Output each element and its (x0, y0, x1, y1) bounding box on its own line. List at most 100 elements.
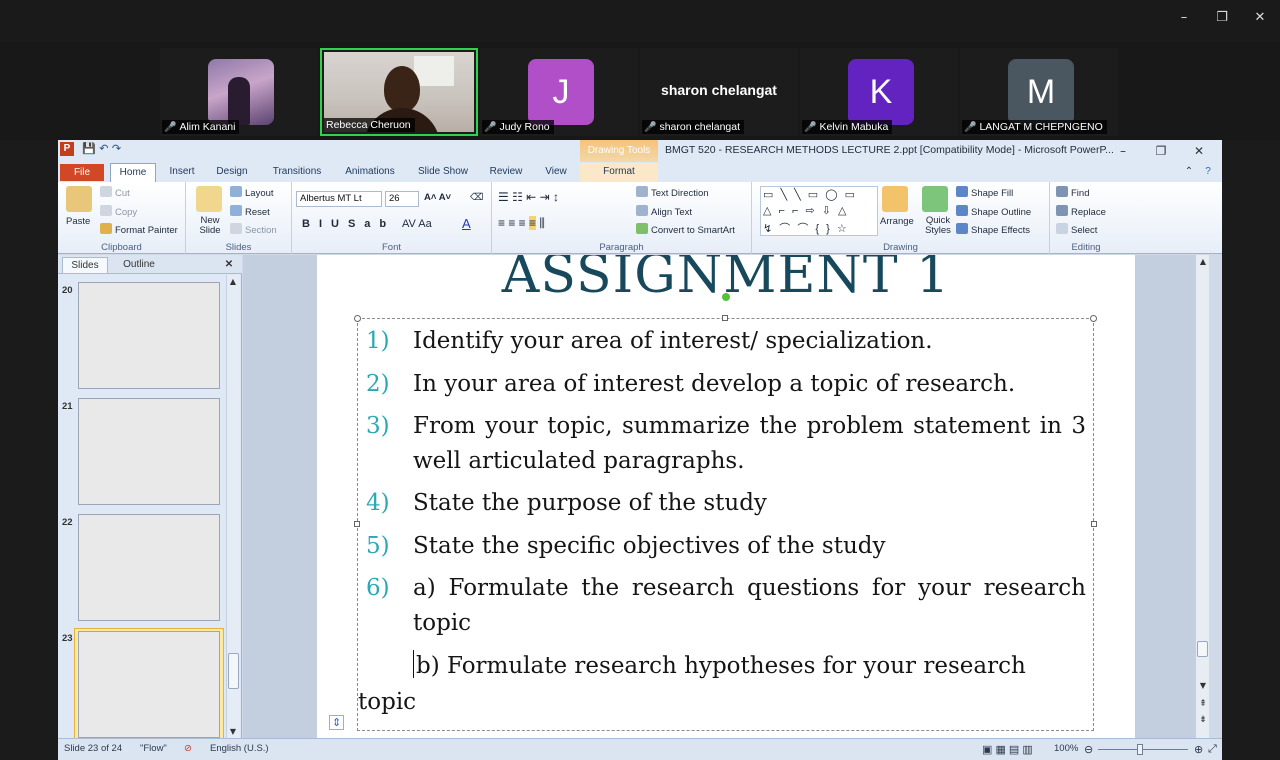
shape-fill-button[interactable]: Shape Fill (956, 186, 1013, 199)
ppt-close-button[interactable]: ✕ (1184, 142, 1214, 160)
autofit-options-icon[interactable]: ⇕ (329, 715, 345, 730)
ppt-minimize-button[interactable]: – (1108, 142, 1138, 160)
quick-styles-button[interactable]: Quick Styles (918, 216, 958, 236)
zoom-level[interactable]: 100% (1054, 743, 1078, 754)
participant-tile[interactable]: J 🎤 Judy Rono (480, 48, 638, 136)
resize-handle[interactable] (1090, 315, 1097, 322)
help-icon[interactable]: ? (1200, 163, 1216, 182)
tab-transitions[interactable]: Transitions (266, 163, 328, 182)
replace-button[interactable]: Replace (1056, 205, 1106, 218)
participant-tile[interactable]: sharon chelangat 🎤 sharon chelangat (640, 48, 798, 136)
layout-button[interactable]: Layout (230, 186, 274, 199)
previous-slide-icon[interactable]: ⇞ (1197, 699, 1209, 709)
format-painter-button[interactable]: Format Painter (100, 223, 178, 236)
resize-handle[interactable] (354, 521, 360, 527)
rotation-handle[interactable] (722, 293, 730, 301)
tab-file[interactable]: File (60, 164, 104, 181)
content-textbox[interactable]: 1) Identify your area of interest/ speci… (354, 293, 1097, 731)
arrange-button[interactable]: Arrange (880, 216, 914, 227)
cut-button[interactable]: Cut (100, 186, 130, 199)
font-color-icon[interactable]: A (462, 216, 471, 231)
next-slide-icon[interactable]: ⇟ (1197, 715, 1209, 725)
tab-home[interactable]: Home (110, 163, 156, 182)
font-style-icons[interactable]: BIUSab (302, 218, 395, 230)
restore-button[interactable]: ❐ (1207, 8, 1237, 28)
resize-handle[interactable] (722, 315, 728, 321)
replace-icon (1056, 205, 1068, 216)
tab-insert[interactable]: Insert (162, 163, 202, 182)
new-slide-icon[interactable] (196, 186, 222, 212)
alignment-icons[interactable]: ≡ ≡ ≡ ≡ ⫼ (498, 216, 545, 231)
shape-outline-button[interactable]: Shape Outline (956, 205, 1031, 218)
clear-formatting-icon[interactable]: ⌫ (470, 192, 483, 203)
resize-handle[interactable] (1091, 521, 1097, 527)
tab-outline[interactable]: Outline (112, 257, 166, 273)
fit-slide-icon[interactable]: ⤢ (1208, 743, 1217, 756)
participant-tile[interactable]: 🎤 Alim Kanani (160, 48, 318, 136)
select-button[interactable]: Select (1056, 223, 1097, 236)
close-pane-icon[interactable]: ✕ (222, 257, 236, 273)
zoom-slider-knob[interactable] (1137, 744, 1143, 755)
paste-icon[interactable] (66, 186, 92, 212)
powerpoint-icon[interactable]: P (60, 142, 74, 156)
scroll-down-icon[interactable]: ▼ (227, 727, 239, 736)
editor-scroll-thumb[interactable] (1197, 641, 1208, 657)
text-direction-button[interactable]: Text Direction (636, 186, 709, 199)
new-slide-button[interactable]: New Slide (192, 216, 228, 236)
undo-icon[interactable]: ↶ (99, 142, 108, 155)
participant-tile[interactable]: K 🎤 Kelvin Mabuka (800, 48, 958, 136)
participant-tile-active-speaker[interactable]: Rebecca Cheruon (320, 48, 478, 136)
scroll-up-icon[interactable]: ▲ (1197, 257, 1209, 266)
ppt-restore-button[interactable]: ❐ (1146, 142, 1176, 160)
minimize-ribbon-icon[interactable]: ⌃ (1182, 163, 1196, 182)
tab-animations[interactable]: Animations (338, 163, 402, 182)
slide-number: 21 (62, 401, 73, 412)
participant-tile[interactable]: M 🎤 LANGAT M CHEPNGENO (960, 48, 1118, 136)
tab-view[interactable]: View (536, 163, 576, 182)
spell-check-icon[interactable]: ⊘ (184, 743, 192, 754)
copy-button[interactable]: Copy (100, 205, 137, 218)
reset-button[interactable]: Reset (230, 205, 270, 218)
document-title: BMGT 520 - RESEARCH METHODS LECTURE 2.pp… (665, 144, 1114, 156)
zoom-slider[interactable] (1098, 749, 1188, 750)
pane-scrollbar[interactable]: ▲ ▼ (226, 275, 240, 738)
font-name-box[interactable]: Albertus MT Lt (296, 191, 382, 207)
tab-format[interactable]: Format (580, 163, 658, 182)
slide-thumbnail-selected[interactable] (78, 631, 220, 738)
language-indicator[interactable]: English (U.S.) (210, 743, 269, 754)
save-icon[interactable]: 💾 (82, 142, 96, 155)
scroll-up-icon[interactable]: ▲ (227, 277, 239, 286)
zoom-out-icon[interactable]: ⊖ (1084, 743, 1093, 756)
quick-styles-icon[interactable] (922, 186, 948, 212)
tab-review[interactable]: Review (486, 163, 526, 182)
bullets-icon[interactable]: ☰ ☷ ⇤ ⇥ ↕ (498, 190, 559, 204)
character-spacing-icon[interactable]: AV Aa (402, 218, 432, 230)
paste-button[interactable]: Paste (66, 216, 90, 227)
tab-slides[interactable]: Slides (62, 257, 108, 273)
shapes-gallery[interactable]: ▭ ╲ ╲ ▭ ◯ ▭ △ ⌐ ⌐ ⇨ ⇩ △ ↯ ⌒ ⌒ { } ☆ (760, 186, 878, 236)
align-text-button[interactable]: Align Text (636, 205, 692, 218)
find-button[interactable]: Find (1056, 186, 1089, 199)
view-buttons[interactable]: ▣ ▦ ▤ ▥ (982, 743, 1033, 756)
editing-group: Find Replace Select Editing (1050, 182, 1122, 254)
close-window-button[interactable]: ✕ (1245, 8, 1275, 28)
arrange-icon[interactable] (882, 186, 908, 212)
slide-canvas[interactable]: ASSIGNMENT 1 1) Identify your area of in… (317, 255, 1135, 738)
editor-scrollbar[interactable]: ▲ ▼ ⇞ ⇟ (1195, 255, 1209, 738)
font-size-box[interactable]: 26 (385, 191, 419, 207)
shape-effects-button[interactable]: Shape Effects (956, 223, 1030, 236)
zoom-in-icon[interactable]: ⊕ (1194, 743, 1203, 756)
slide-thumbnail[interactable] (78, 514, 220, 621)
slide-thumbnail[interactable] (78, 282, 220, 389)
section-button[interactable]: Section (230, 223, 277, 236)
redo-icon[interactable]: ↷ (112, 142, 121, 155)
scroll-down-icon[interactable]: ▼ (1197, 681, 1209, 690)
convert-smartart-button[interactable]: Convert to SmartArt (636, 223, 735, 236)
resize-handle[interactable] (354, 315, 361, 322)
grow-font-icon[interactable]: A˄ A˅ (424, 192, 451, 203)
tab-slide-show[interactable]: Slide Show (412, 163, 474, 182)
pane-scroll-thumb[interactable] (228, 653, 239, 689)
tab-design[interactable]: Design (210, 163, 254, 182)
slide-thumbnail[interactable] (78, 398, 220, 505)
minimize-button[interactable]: – (1169, 8, 1199, 28)
